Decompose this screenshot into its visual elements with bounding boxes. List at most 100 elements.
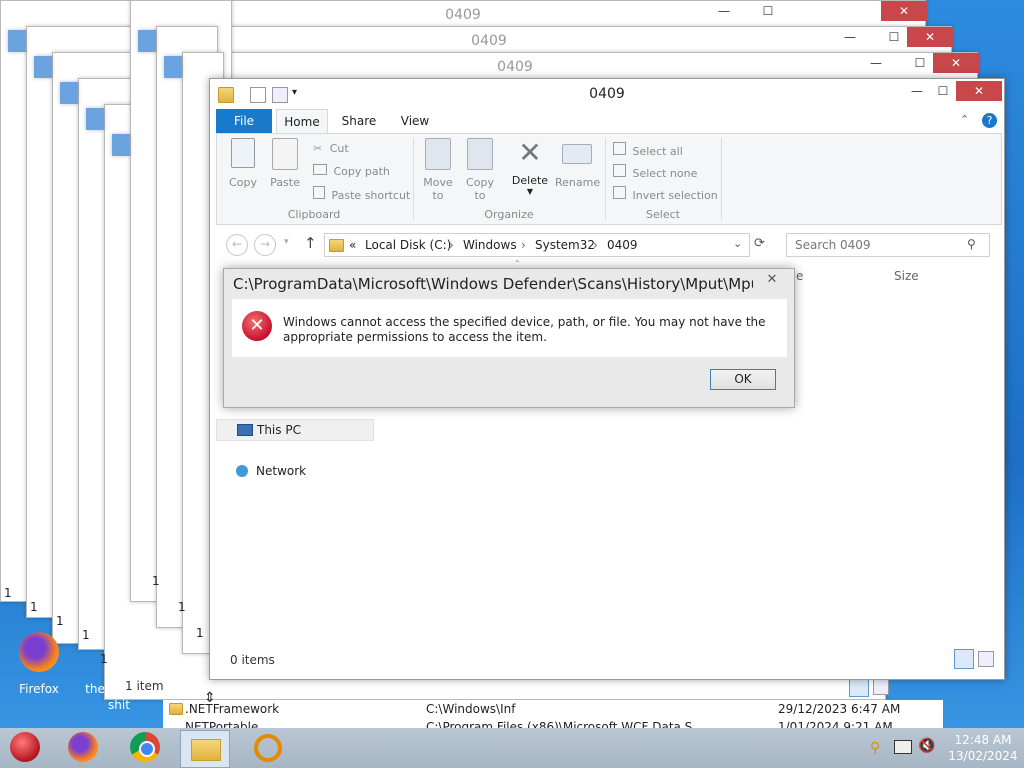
start-button[interactable]: [10, 732, 42, 764]
search-icon: ⚲: [967, 237, 976, 251]
error-icon: ✕: [242, 311, 272, 341]
tab-home[interactable]: Home: [276, 109, 328, 134]
error-dialog[interactable]: C:\ProgramData\Microsoft\Windows Defende…: [223, 268, 795, 408]
tray-search-icon[interactable]: ⚲: [870, 740, 880, 756]
move-to-label-2: to: [432, 189, 444, 202]
tab-file[interactable]: File: [216, 109, 272, 133]
close-icon[interactable]: ✕: [881, 1, 927, 21]
title-bar[interactable]: ▾ 0409 — ☐ ✕: [210, 79, 1004, 109]
tray-clock[interactable]: 12:48 AM 13/02/2024: [948, 732, 1018, 764]
breadcrumb-0409[interactable]: 0409: [607, 238, 638, 252]
background-file-list: .NETFramework C:\Windows\Inf 29/12/2023 …: [163, 700, 943, 734]
magnifier-icon: [254, 734, 282, 762]
taskbar-search[interactable]: [244, 730, 292, 766]
select-none-icon: [613, 164, 626, 177]
copy-path-button[interactable]: Copy path: [313, 164, 390, 178]
tab-view[interactable]: View: [392, 109, 438, 133]
rename-icon: [562, 144, 592, 164]
close-button[interactable]: ✕: [956, 81, 1002, 101]
up-button[interactable]: ↑: [304, 234, 317, 252]
bg-count: 1: [56, 614, 64, 628]
desktop-icon-file[interactable]: the: [80, 682, 110, 696]
volume-muted-icon[interactable]: 🔇: [918, 738, 935, 754]
copy-to-label-2: to: [474, 189, 486, 202]
minimize-icon[interactable]: —: [827, 27, 873, 47]
cut-label: Cut: [329, 142, 349, 155]
list-item-path: C:\Windows\Inf: [426, 702, 516, 716]
help-icon[interactable]: ?: [982, 113, 997, 128]
firefox-icon: [68, 732, 98, 762]
copy-to-label: Copy: [466, 176, 494, 189]
taskbar-chrome[interactable]: [130, 732, 162, 764]
breadcrumb-windows[interactable]: Windows: [463, 238, 517, 252]
invert-selection-button[interactable]: Invert selection: [613, 186, 718, 202]
view-details-icon[interactable]: [954, 649, 974, 669]
taskbar-file-explorer[interactable]: [180, 730, 230, 768]
close-icon[interactable]: ✕: [907, 27, 953, 47]
nav-item-network[interactable]: Network: [216, 461, 372, 481]
view-details-icon[interactable]: [849, 679, 869, 697]
window-title: 0409: [589, 86, 625, 102]
select-none-button[interactable]: Select none: [613, 164, 697, 180]
back-button[interactable]: ←: [226, 234, 248, 256]
recent-locations-icon[interactable]: ▾: [284, 237, 289, 247]
breadcrumb-separator: ›: [521, 238, 526, 252]
delete-icon: ✕: [518, 136, 542, 169]
network-tray-icon[interactable]: [894, 740, 912, 754]
cut-button[interactable]: ✂ Cut: [313, 142, 349, 155]
maximize-icon[interactable]: ☐: [745, 1, 791, 21]
column-header-size[interactable]: Size: [894, 269, 919, 283]
select-all-button[interactable]: Select all: [613, 142, 683, 158]
invert-selection-icon: [613, 186, 626, 199]
copy-path-label: Copy path: [333, 165, 390, 178]
dialog-close-button[interactable]: ✕: [758, 271, 786, 289]
move-to-button[interactable]: Move to: [419, 138, 457, 202]
column-header-partial[interactable]: e: [796, 269, 803, 283]
ok-button[interactable]: OK: [710, 369, 776, 390]
forward-button[interactable]: →: [254, 234, 276, 256]
nav-item-this-pc[interactable]: This PC: [216, 419, 374, 441]
desktop-icon-file[interactable]: shit: [104, 698, 134, 712]
chevron-down-icon: ▼: [526, 187, 534, 196]
selection-chip: [86, 108, 104, 130]
paste-shortcut-icon: [313, 186, 325, 199]
minimize-icon[interactable]: —: [853, 53, 899, 73]
selection-chip: [164, 56, 182, 78]
copy-to-button[interactable]: Copy to: [461, 138, 499, 202]
taskbar-firefox[interactable]: [68, 732, 100, 764]
bg-count: 1: [178, 600, 186, 614]
close-icon[interactable]: ✕: [933, 53, 979, 73]
list-item-date: 29/12/2023 6:47 AM: [778, 702, 901, 716]
breadcrumb-overflow[interactable]: «: [349, 238, 356, 252]
breadcrumb-system32[interactable]: System32: [535, 238, 595, 252]
view-large-icon[interactable]: [873, 679, 889, 695]
breadcrumb-separator: ›: [593, 238, 598, 252]
select-group-label: Select: [646, 208, 680, 221]
paste-shortcut-button[interactable]: Paste shortcut: [313, 186, 410, 202]
rename-button[interactable]: Rename: [555, 138, 600, 189]
copy-button[interactable]: Copy: [223, 138, 263, 189]
taskbar: ⚲ 🔇 12:48 AM 13/02/2024: [0, 728, 1024, 768]
search-input[interactable]: Search 0409 ⚲: [786, 233, 990, 257]
refresh-button[interactable]: ⟳: [754, 236, 765, 251]
tab-share[interactable]: Share: [336, 109, 382, 133]
navigation-pane: This PC Network: [216, 417, 374, 647]
desktop-icon-firefox[interactable]: Firefox: [12, 632, 66, 696]
view-large-icon[interactable]: [978, 651, 994, 667]
delete-button[interactable]: ✕ Delete ▼: [511, 136, 549, 197]
folder-icon: [169, 703, 183, 715]
mouse-cursor-icon: ⇕: [204, 690, 216, 706]
move-to-label: Move: [423, 176, 453, 189]
minimize-icon[interactable]: —: [701, 1, 747, 21]
breadcrumb-local-disk[interactable]: Local Disk (C:): [365, 238, 451, 252]
ribbon-collapse-icon[interactable]: ⌃: [960, 113, 969, 126]
address-bar[interactable]: « Local Disk (C:) › Windows › System32 ›…: [324, 233, 750, 257]
dialog-title: C:\ProgramData\Microsoft\Windows Defende…: [233, 275, 753, 293]
network-icon: [236, 465, 248, 477]
address-dropdown-icon[interactable]: ⌄: [733, 237, 742, 250]
selection-chip: [60, 82, 78, 104]
list-item[interactable]: .NETFramework C:\Windows\Inf 29/12/2023 …: [163, 702, 943, 716]
paste-button[interactable]: Paste: [265, 138, 305, 189]
tray-time: 12:48 AM: [954, 733, 1012, 747]
computer-icon: [237, 424, 253, 436]
